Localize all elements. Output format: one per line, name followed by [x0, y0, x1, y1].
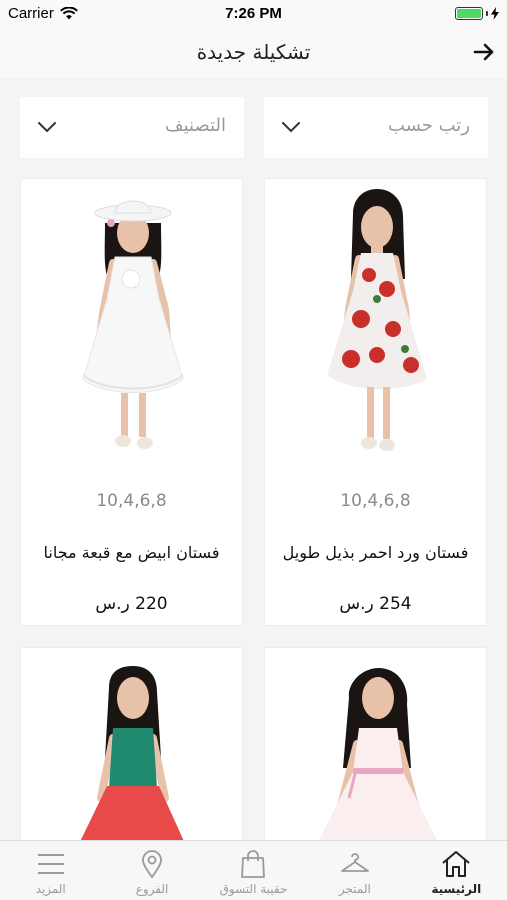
menu-icon: [37, 854, 64, 874]
product-image[interactable]: [21, 179, 244, 469]
page-title: تشكيلة جديدة: [196, 40, 311, 64]
arrow-right-icon[interactable]: [473, 42, 495, 62]
product-sizes: 10,4,6,8: [96, 491, 167, 511]
status-time: 7:26 PM: [225, 5, 282, 22]
tab-home[interactable]: الرئيسية: [406, 841, 507, 900]
charging-bolt-icon: [491, 7, 499, 20]
product-name[interactable]: فستان ابيض مع قبعة مجانا: [27, 543, 236, 562]
battery-fill: [457, 9, 481, 18]
category-label: التصنيف: [164, 115, 226, 136]
chevron-down-icon: [282, 122, 300, 133]
product-card[interactable]: 10,4,6,8 فستان ابيض مع قبعة مجانا 220 ر.…: [20, 178, 243, 626]
shopping-bag-icon: [241, 850, 266, 878]
tab-label: الرئيسية: [431, 882, 482, 896]
product-price: 220 ر.س: [95, 594, 168, 614]
battery-icon: [455, 7, 483, 20]
product-image[interactable]: [265, 648, 488, 848]
category-dropdown[interactable]: التصنيف: [20, 97, 244, 158]
tab-branches[interactable]: الفروع: [101, 841, 202, 900]
tab-more[interactable]: المزيد: [0, 841, 101, 900]
product-card[interactable]: 10,4,6,8 فستان ورد احمر بذيل طويل 254 ر.…: [264, 178, 487, 626]
product-card[interactable]: [20, 647, 244, 848]
battery-indicator: [455, 7, 499, 20]
tab-label: الفروع: [135, 882, 169, 896]
tab-label: المزيد: [35, 882, 66, 896]
product-sizes: 10,4,6,8: [340, 491, 411, 511]
product-card[interactable]: [264, 647, 488, 848]
location-pin-icon: [142, 850, 162, 879]
battery-tip: [486, 11, 488, 16]
status-bar: Carrier 7:26 PM: [0, 0, 507, 28]
sort-dropdown[interactable]: رتب حسب: [264, 97, 488, 158]
product-image[interactable]: [265, 179, 488, 469]
tab-store[interactable]: المتجر: [304, 841, 405, 900]
nav-header: تشكيلة جديدة: [0, 28, 507, 78]
home-icon: [442, 851, 470, 877]
tab-label: المتجر: [338, 882, 371, 896]
hanger-icon: [340, 853, 369, 872]
chevron-down-icon: [38, 122, 56, 133]
product-name[interactable]: فستان ورد احمر بذيل طويل: [271, 543, 480, 562]
tab-bar: الرئيسية المتجر حقيبة التسوق الفروع المز…: [0, 840, 507, 900]
product-image[interactable]: [21, 648, 244, 848]
tab-shopping-bag[interactable]: حقيبة التسوق: [203, 841, 304, 900]
product-price: 254 ر.س: [339, 594, 412, 614]
tab-label: حقيبة التسوق: [219, 882, 288, 896]
sort-label: رتب حسب: [388, 115, 470, 136]
